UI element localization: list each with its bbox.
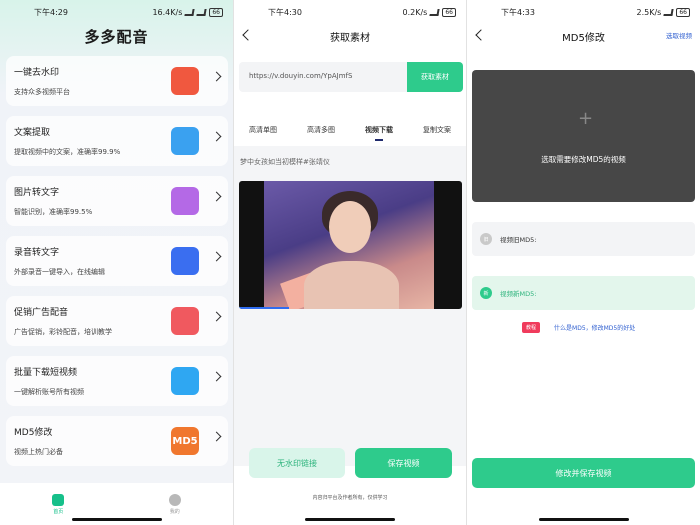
feature-card[interactable]: 批量下载短视频 一键解析账号所有视频 <box>6 356 228 406</box>
material-screen: 下午4:30 0.2K/s 66 获取素材 https://v.douyin.c… <box>233 0 467 525</box>
nav-home-label: 首页 <box>53 508 64 515</box>
play-icon <box>171 67 199 95</box>
feature-card-title: 一键去水印 <box>14 68 60 78</box>
tab-copy-text[interactable]: 复制文案 <box>423 125 451 141</box>
feature-card-subtitle: 提取视频中的文案，准确率99.9% <box>14 148 121 156</box>
signal-icon <box>663 8 674 16</box>
status-icons: 2.5K/s 66 <box>636 7 690 17</box>
picker-text: 选取需要修改MD5的视频 <box>541 155 626 164</box>
status-icons: 0.2K/s 66 <box>402 7 456 17</box>
tab-hd-multi[interactable]: 高清多图 <box>307 125 335 141</box>
feature-card[interactable]: 图片转文字智能识别，准确率99.5% <box>6 176 228 226</box>
feature-card-subtitle: 广告促销，彩铃配音，培训教学 <box>14 328 112 336</box>
feature-card-subtitle: 视频上热门必备 <box>14 448 63 456</box>
feature-card[interactable]: 促销广告配音广告促销，彩铃配音，培训教学 <box>6 296 228 346</box>
footnote: 内容归平台及作者所有，仅供学习 <box>312 495 388 501</box>
network-speed: 0.2K/s <box>402 7 428 17</box>
tutorial-link[interactable]: 什么是MD5，修改MD5的好处 <box>554 323 635 332</box>
voice-wave-icon <box>171 307 199 335</box>
profile-icon <box>168 493 181 506</box>
save-video-button[interactable]: 保存视频 <box>355 448 452 478</box>
lightning-icon <box>171 367 199 395</box>
url-value[interactable]: https://v.douyin.com/YpAJmfS <box>249 72 352 80</box>
chevron-right-icon <box>211 371 222 382</box>
app-title: 多多配音 <box>84 28 149 46</box>
video-title: 梦中女孩如当初模样#张靖仪 <box>240 158 330 166</box>
feature-card-title: 文案提取 <box>14 128 51 138</box>
old-md5-label: 视频旧MD5: <box>500 236 537 244</box>
new-md5-label: 视频新MD5: <box>500 290 537 298</box>
network-speed: 2.5K/s <box>636 7 662 17</box>
video-person-face <box>329 201 371 253</box>
new-md5-row: 新 视频新MD5: <box>472 276 695 310</box>
md5-icon: MD5 <box>171 427 199 455</box>
status-time: 下午4:33 <box>501 7 535 17</box>
chevron-right-icon <box>211 251 222 262</box>
video-picker[interactable]: + 选取需要修改MD5的视频 <box>472 70 695 202</box>
home-indicator <box>538 518 629 521</box>
old-md5-row: 旧 视频旧MD5: <box>472 222 695 256</box>
md5-screen: 下午4:33 2.5K/s 66 MD5修改 选取视频 + 选取需要修改MD5的… <box>467 0 700 525</box>
feature-card[interactable]: 一键去水印支持众多视频平台 <box>6 56 228 106</box>
home-indicator <box>305 518 395 521</box>
feature-card-title: 录音转文字 <box>14 248 60 258</box>
no-watermark-link-button[interactable]: 无水印链接 <box>249 448 345 478</box>
new-md5-icon: 新 <box>480 287 492 299</box>
fetch-button[interactable]: 获取素材 <box>407 62 463 92</box>
nav-profile-label: 我的 <box>169 508 180 515</box>
signal-icon <box>184 8 195 16</box>
tabs: 高清单图 高清多图 视频下载 复制文案 <box>234 125 466 141</box>
feature-card-subtitle: 外部录音一键导入，在线编辑 <box>14 268 105 276</box>
select-video-link[interactable]: 选取视频 <box>666 30 692 40</box>
feature-card-subtitle: 一键解析账号所有视频 <box>14 388 84 396</box>
feature-card-subtitle: 智能识别，准确率99.5% <box>14 208 93 216</box>
chevron-right-icon <box>211 131 222 142</box>
chevron-right-icon <box>211 431 222 442</box>
chevron-right-icon <box>211 311 222 322</box>
nav-home[interactable]: 首页 <box>52 493 65 515</box>
feature-card-title: 批量下载短视频 <box>14 368 78 378</box>
feature-card[interactable]: MD5修改视频上热门必备 MD5 <box>6 416 228 466</box>
url-input[interactable]: https://v.douyin.com/YpAJmfS 获取素材 <box>239 62 463 92</box>
battery-icon: 66 <box>209 7 223 17</box>
status-time: 下午4:30 <box>268 7 302 17</box>
status-bar: 下午4:33 2.5K/s 66 <box>467 0 700 24</box>
status-bar: 下午4:29 16.4K/s 66 <box>0 0 233 24</box>
feature-card-title: 图片转文字 <box>14 188 60 198</box>
home-indicator <box>71 518 162 521</box>
feature-card[interactable]: 录音转文字外部录音一键导入，在线编辑 <box>6 236 228 286</box>
speech-icon <box>171 247 199 275</box>
document-icon <box>171 127 199 155</box>
status-bar: 下午4:30 0.2K/s 66 <box>234 0 466 24</box>
chevron-right-icon <box>211 191 222 202</box>
video-player[interactable] <box>239 181 462 309</box>
tab-hd-single[interactable]: 高清单图 <box>249 125 277 141</box>
feature-card-subtitle: 支持众多视频平台 <box>14 88 70 96</box>
feature-card-title: MD5修改 <box>14 428 53 438</box>
modify-save-button[interactable]: 修改并保存视频 <box>472 458 695 488</box>
chevron-right-icon <box>211 71 222 82</box>
tab-video-download[interactable]: 视频下载 <box>365 125 393 141</box>
nav-profile[interactable]: 我的 <box>168 493 181 515</box>
video-person-shoulder <box>304 261 399 309</box>
page-title: 获取素材 <box>330 32 370 44</box>
status-icons: 16.4K/s 66 <box>152 7 223 17</box>
signal-icon <box>429 8 440 16</box>
home-screen: 下午4:29 16.4K/s 66 多多配音 一键去水印 支持众多视频平台 文案提取… <box>0 0 233 525</box>
network-speed: 16.4K/s <box>152 7 183 17</box>
battery-icon: 66 <box>442 7 456 17</box>
tutorial-tag: 教程 <box>522 322 541 333</box>
picture-icon <box>171 187 199 215</box>
old-md5-icon: 旧 <box>480 233 492 245</box>
feature-card[interactable]: 文案提取提取视频中的文案，准确率99.9% <box>6 116 228 166</box>
plus-icon: + <box>578 108 594 129</box>
tutorial-row[interactable]: 教程 什么是MD5，修改MD5的好处 <box>522 322 635 333</box>
signal-icon-2 <box>196 8 207 16</box>
video-progress[interactable] <box>239 307 289 309</box>
feature-card-title: 促销广告配音 <box>14 308 69 318</box>
status-time: 下午4:29 <box>34 7 68 17</box>
battery-icon: 66 <box>676 7 690 17</box>
home-icon <box>52 493 65 506</box>
video-frame <box>264 181 434 309</box>
